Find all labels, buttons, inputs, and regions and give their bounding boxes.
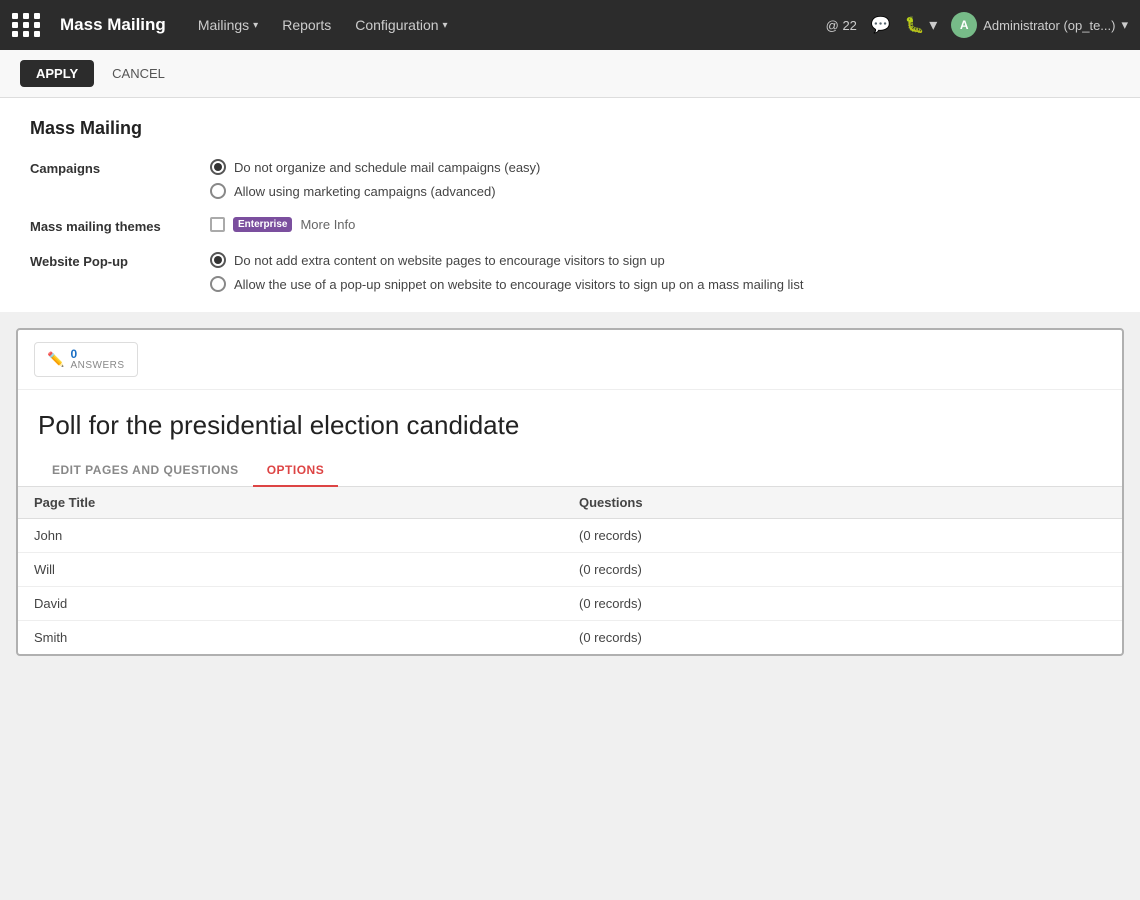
campaigns-radio2[interactable] [210,183,226,199]
settings-form: Campaigns Do not organize and schedule m… [30,159,1110,292]
popup-option1[interactable]: Do not add extra content on website page… [210,252,803,268]
more-info-link[interactable]: More Info [300,217,355,232]
popup-radio2[interactable] [210,276,226,292]
popup-row: Website Pop-up Do not add extra content … [30,252,1110,292]
tab-edit-pages[interactable]: EDIT PAGES AND QUESTIONS [38,455,253,487]
themes-options: Enterprise More Info [210,217,355,232]
tabs-bar: EDIT PAGES AND QUESTIONS OPTIONS [18,455,1122,487]
cell-questions: (0 records) [563,553,1122,587]
at-count: @ 22 [826,18,857,33]
popup-options: Do not add extra content on website page… [210,252,803,292]
cell-questions: (0 records) [563,621,1122,655]
col-questions: Questions [563,487,1122,519]
campaigns-option1-text: Do not organize and schedule mail campai… [234,160,540,175]
user-chevron-icon: ▾ [1121,17,1128,33]
navbar-menu: Mailings Reports Configuration [188,11,818,39]
campaigns-option1[interactable]: Do not organize and schedule mail campai… [210,159,540,175]
campaigns-row: Campaigns Do not organize and schedule m… [30,159,1110,199]
col-page-title: Page Title [18,487,563,519]
campaigns-radio1[interactable] [210,159,226,175]
popup-radio1[interactable] [210,252,226,268]
campaigns-options: Do not organize and schedule mail campai… [210,159,540,199]
cell-questions: (0 records) [563,587,1122,621]
answers-badge[interactable]: ✏️ 0 ANSWERS [34,342,138,377]
section-title: Mass Mailing [30,118,1110,139]
table-row: Will (0 records) [18,553,1122,587]
themes-checkbox[interactable] [210,217,225,232]
campaigns-option2-text: Allow using marketing campaigns (advance… [234,184,496,199]
themes-checkbox-row: Enterprise More Info [210,217,355,232]
username: Administrator (op_te...) [983,18,1115,33]
table-row: John (0 records) [18,519,1122,553]
answers-bar: ✏️ 0 ANSWERS [18,330,1122,390]
navbar-right: @ 22 💬 🐛 ▾ A Administrator (op_te...) ▾ [826,12,1128,38]
pages-table: Page Title Questions John (0 records) Wi… [18,487,1122,654]
cell-page-title: John [18,519,563,553]
answers-text: 0 ANSWERS [70,348,124,371]
answers-label: ANSWERS [70,360,124,371]
at-badge[interactable]: @ 22 [826,18,857,33]
apps-menu-icon[interactable] [12,13,42,37]
themes-label: Mass mailing themes [30,217,190,234]
avatar: A [951,12,977,38]
chat-icon[interactable]: 💬 [871,15,891,35]
themes-row: Mass mailing themes Enterprise More Info [30,217,1110,234]
nav-mailings[interactable]: Mailings [188,11,268,39]
cancel-button[interactable]: CANCEL [102,60,175,87]
poll-title: Poll for the presidential election candi… [18,390,1122,455]
toolbar: APPLY CANCEL [0,50,1140,98]
nav-configuration[interactable]: Configuration [345,11,457,39]
bottom-panel: ✏️ 0 ANSWERS Poll for the presidential e… [16,328,1124,656]
edit-icon: ✏️ [47,351,64,368]
navbar: Mass Mailing Mailings Reports Configurat… [0,0,1140,50]
campaigns-option2[interactable]: Allow using marketing campaigns (advance… [210,183,540,199]
bug-icon[interactable]: 🐛 ▾ [905,15,937,35]
popup-option1-text: Do not add extra content on website page… [234,253,665,268]
popup-option2-text: Allow the use of a pop-up snippet on web… [234,277,803,292]
popup-label: Website Pop-up [30,252,190,269]
table-row: Smith (0 records) [18,621,1122,655]
cell-page-title: Smith [18,621,563,655]
app-brand: Mass Mailing [60,15,166,35]
campaigns-label: Campaigns [30,159,190,176]
nav-reports[interactable]: Reports [272,11,341,39]
answers-count: 0 [70,348,124,360]
cell-page-title: Will [18,553,563,587]
popup-option2[interactable]: Allow the use of a pop-up snippet on web… [210,276,803,292]
table-header-row: Page Title Questions [18,487,1122,519]
cell-page-title: David [18,587,563,621]
tab-options[interactable]: OPTIONS [253,455,339,487]
user-menu[interactable]: A Administrator (op_te...) ▾ [951,12,1128,38]
settings-section: Mass Mailing Campaigns Do not organize a… [0,98,1140,312]
enterprise-badge: Enterprise [233,217,292,232]
apply-button[interactable]: APPLY [20,60,94,87]
table-row: David (0 records) [18,587,1122,621]
cell-questions: (0 records) [563,519,1122,553]
